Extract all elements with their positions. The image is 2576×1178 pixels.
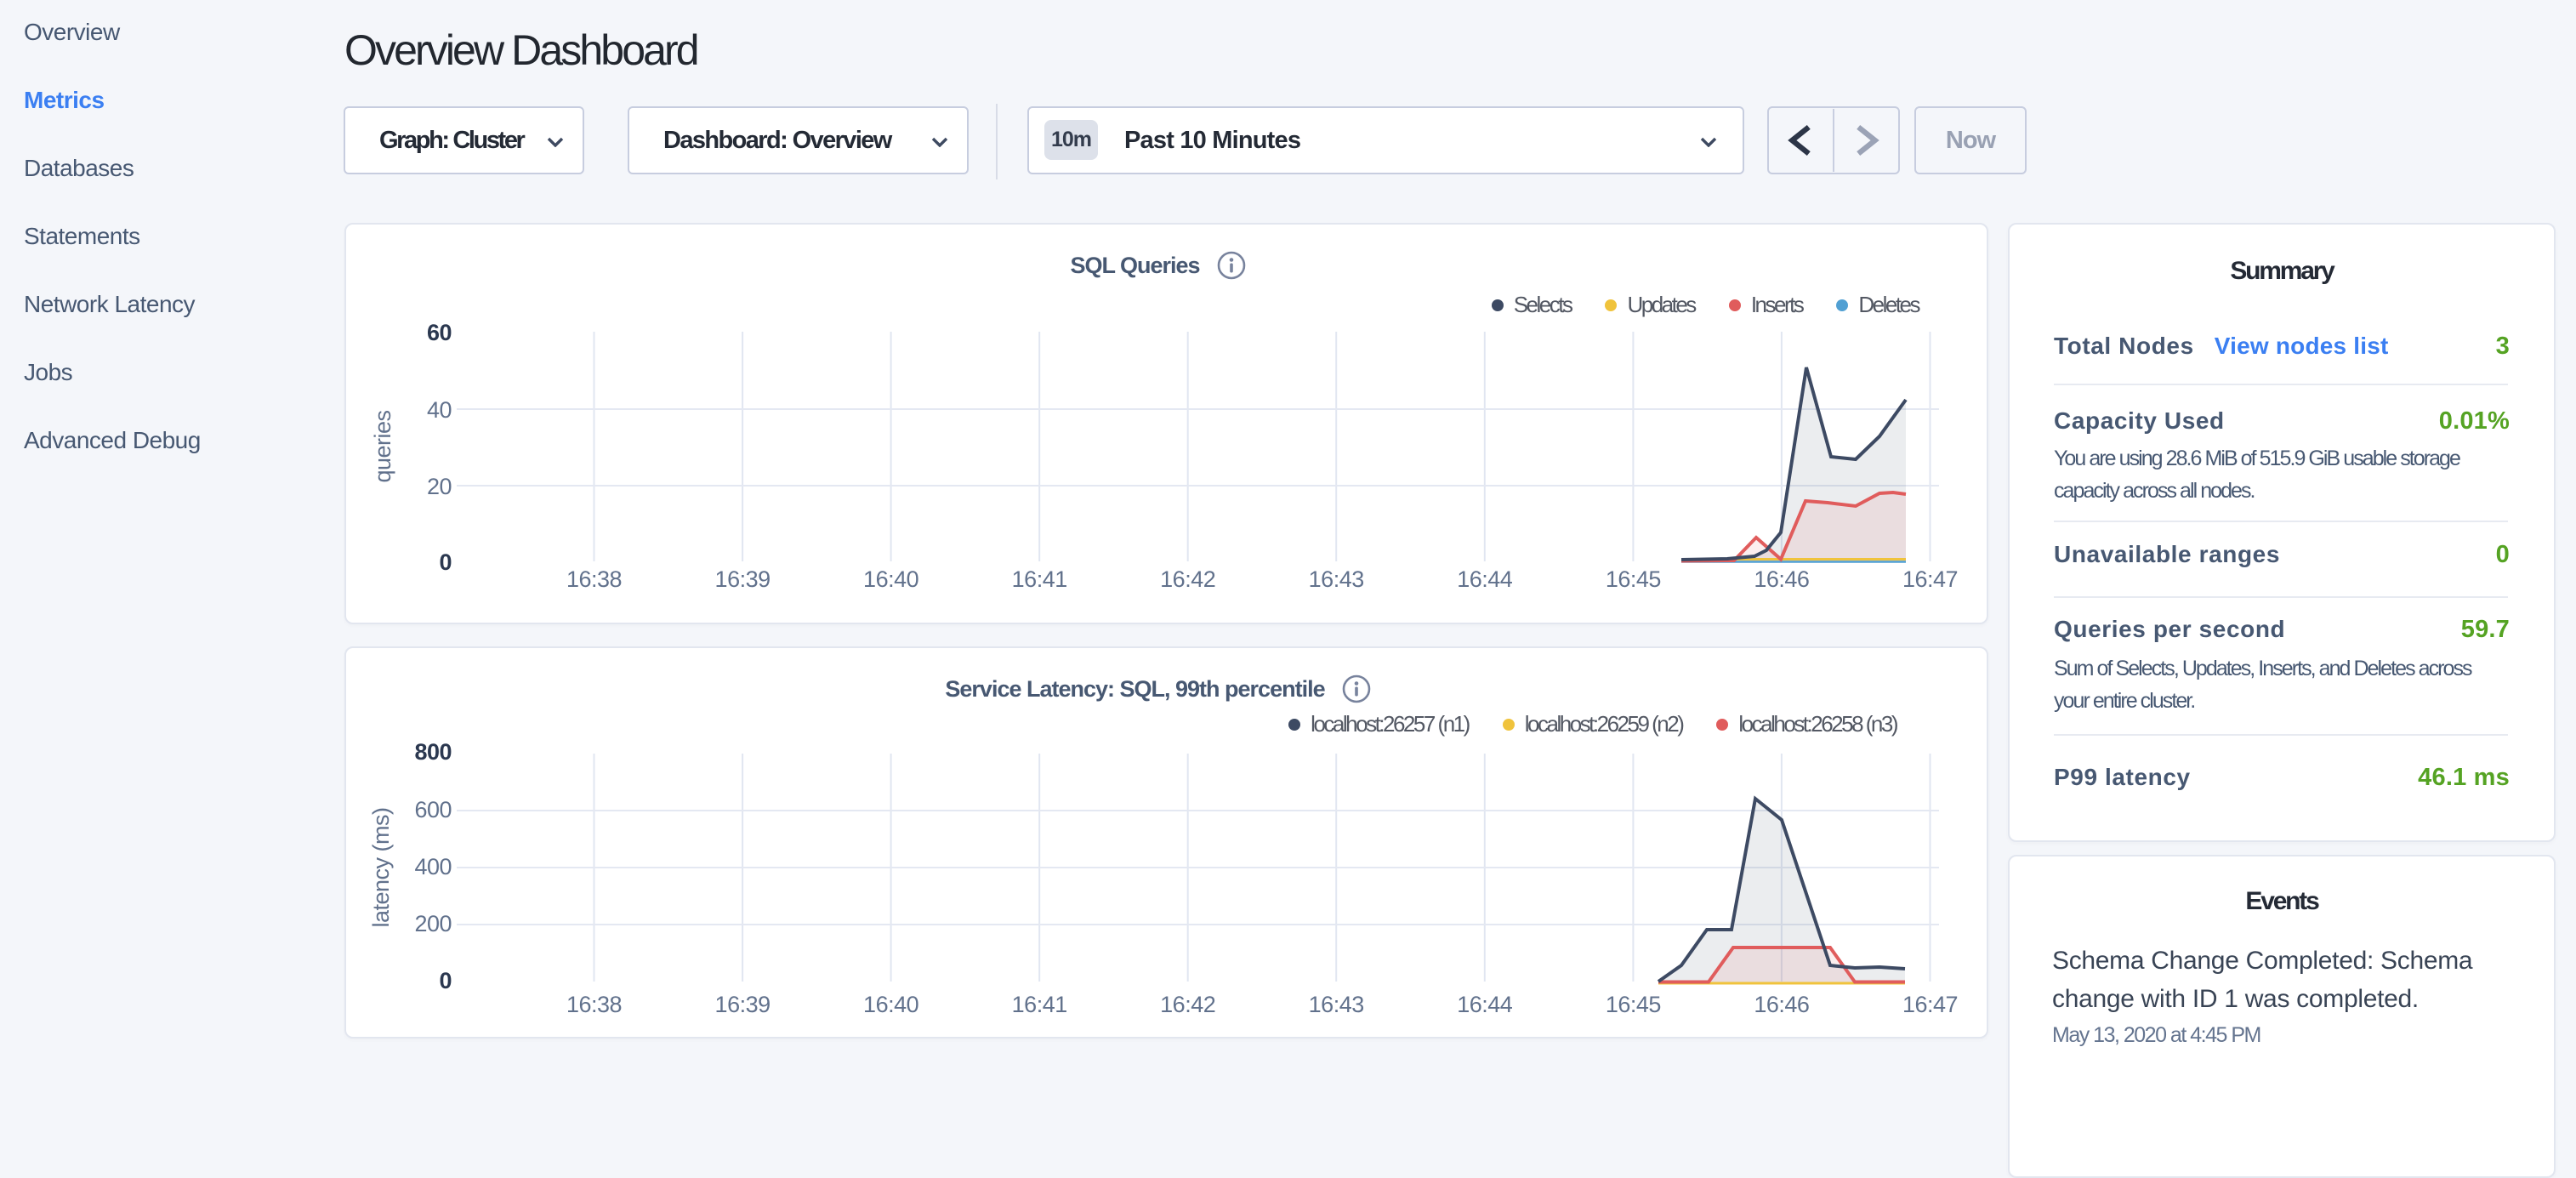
svg-text:16:38: 16:38 xyxy=(566,566,622,592)
svg-text:600: 600 xyxy=(414,797,452,822)
svg-text:200: 200 xyxy=(414,911,452,936)
svg-text:20: 20 xyxy=(427,474,452,499)
svg-text:0: 0 xyxy=(439,968,452,993)
svg-text:16:47: 16:47 xyxy=(1902,566,1958,592)
svg-text:16:47: 16:47 xyxy=(1902,992,1958,1017)
svg-text:16:42: 16:42 xyxy=(1160,566,1215,592)
svg-text:16:45: 16:45 xyxy=(1606,992,1661,1017)
svg-text:16:40: 16:40 xyxy=(863,566,918,592)
svg-text:16:39: 16:39 xyxy=(715,992,771,1017)
svg-text:latency (ms): latency (ms) xyxy=(368,807,394,927)
svg-text:16:43: 16:43 xyxy=(1309,992,1364,1017)
svg-text:16:42: 16:42 xyxy=(1160,992,1215,1017)
svg-text:400: 400 xyxy=(414,854,452,879)
svg-text:16:44: 16:44 xyxy=(1457,992,1513,1017)
svg-text:16:41: 16:41 xyxy=(1012,566,1067,592)
svg-text:800: 800 xyxy=(414,739,452,765)
svg-text:16:38: 16:38 xyxy=(566,992,622,1017)
svg-text:16:39: 16:39 xyxy=(715,566,771,592)
svg-text:16:40: 16:40 xyxy=(863,992,918,1017)
svg-text:queries: queries xyxy=(370,410,395,482)
svg-text:40: 40 xyxy=(427,397,452,423)
svg-text:16:46: 16:46 xyxy=(1754,992,1809,1017)
svg-text:16:43: 16:43 xyxy=(1309,566,1364,592)
svg-text:16:45: 16:45 xyxy=(1606,566,1661,592)
svg-text:16:41: 16:41 xyxy=(1012,992,1067,1017)
svg-text:16:46: 16:46 xyxy=(1754,566,1809,592)
svg-text:60: 60 xyxy=(427,320,452,345)
svg-text:0: 0 xyxy=(439,549,452,575)
svg-text:16:44: 16:44 xyxy=(1457,566,1513,592)
